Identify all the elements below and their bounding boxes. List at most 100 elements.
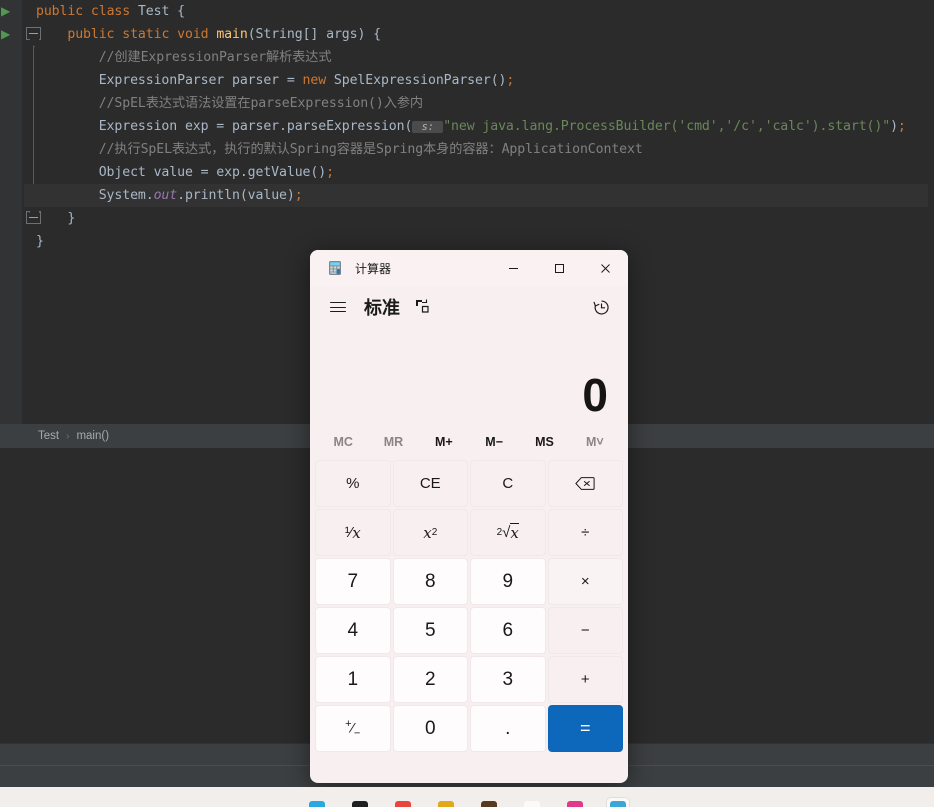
key-eight[interactable]: 8 <box>392 558 468 605</box>
code-line[interactable]: } <box>30 207 934 230</box>
key-square[interactable]: x2 <box>392 509 468 556</box>
memory-button-m[interactable]: M− <box>469 426 519 458</box>
breadcrumb-class[interactable]: Test <box>38 430 59 442</box>
breadcrumb-method[interactable]: main() <box>76 430 109 442</box>
key-multiply[interactable]: × <box>547 558 623 605</box>
run-method-icon[interactable]: ▶ <box>1 27 13 41</box>
taskbar-icon-glyph <box>609 801 626 807</box>
taskbar-item-2[interactable] <box>349 798 371 807</box>
taskbar-icon-glyph <box>351 801 368 807</box>
memory-button-m[interactable]: M+ <box>419 426 469 458</box>
maximize-button[interactable] <box>536 250 582 286</box>
key-five[interactable]: 5 <box>392 607 468 654</box>
code-line[interactable]: Object value = exp.getValue(); <box>30 161 934 184</box>
key-decimal[interactable]: . <box>470 705 546 752</box>
code-line[interactable]: public class Test { <box>30 0 934 23</box>
code-line[interactable]: //SpEL表达式语法设置在parseExpression()入参内 <box>30 92 934 115</box>
calculator-window[interactable]: 计算器 标准 0 MC MR M+ M− MS M˅ % CE C ¹⁄ x x… <box>310 250 628 783</box>
hamburger-menu-icon[interactable] <box>328 297 348 317</box>
code-token: class <box>90 4 138 19</box>
key-add[interactable]: + <box>547 656 623 703</box>
calculator-icon <box>327 260 343 276</box>
code-token: s: <box>412 121 444 133</box>
run-class-icon[interactable]: ▶ <box>1 4 13 18</box>
taskbar-icon-glyph <box>437 801 454 807</box>
code-line[interactable]: ExpressionParser parser = new SpelExpres… <box>30 69 934 92</box>
code-token: out <box>153 188 178 203</box>
code-token: "new java.lang.ProcessBuilder('cmd','/c'… <box>443 119 891 134</box>
code-token: Expression exp = parser.parseExpression( <box>36 119 413 134</box>
key-square-root[interactable]: 2 √ x <box>470 509 546 556</box>
taskbar-item-6[interactable] <box>521 798 543 807</box>
code-token: Test <box>137 4 170 19</box>
code-token: //SpEL表达式语法设置在parseExpression()入参内 <box>36 96 423 111</box>
code-token: } <box>36 211 76 226</box>
taskbar-item-4[interactable] <box>435 798 457 807</box>
key-nine[interactable]: 9 <box>470 558 546 605</box>
code-line[interactable]: //创建ExpressionParser解析表达式 <box>30 46 934 69</box>
memory-button-mr: MR <box>383 435 404 449</box>
key-three[interactable]: 3 <box>470 656 546 703</box>
breadcrumb-separator-icon: › <box>66 430 70 442</box>
code-token: (String[] args) { <box>247 27 381 42</box>
calculator-keypad[interactable]: % CE C ¹⁄ x x 2 2 √ x ÷ 7 8 9 × 4 5 6− 1 2 3 + +⁄− 0. = <box>310 458 628 758</box>
close-button[interactable] <box>582 250 628 286</box>
code-token: public <box>36 27 123 42</box>
code-token: ; <box>294 188 303 203</box>
code-token: .println(value) <box>177 188 295 203</box>
key-six[interactable]: 6 <box>470 607 546 654</box>
key-clear[interactable]: C <box>470 460 546 507</box>
code-token: main <box>216 27 248 42</box>
taskbar-item-calculator[interactable] <box>606 798 629 807</box>
code-token: } <box>36 234 44 249</box>
taskbar-item-1[interactable] <box>306 798 328 807</box>
taskbar-icon-glyph <box>480 801 497 807</box>
display-value: 0 <box>582 369 608 421</box>
code-line[interactable]: //执行SpEL表达式，执行的默认Spring容器是Spring本身的容器：Ap… <box>30 138 934 161</box>
code-token: //执行SpEL表达式，执行的默认Spring容器是Spring本身的容器：Ap… <box>36 142 643 157</box>
calculator-titlebar[interactable]: 计算器 <box>310 250 628 286</box>
key-percent[interactable]: % <box>315 460 391 507</box>
memory-button-row[interactable]: MC MR M+ M− MS M˅ <box>310 426 628 458</box>
key-backspace[interactable] <box>547 460 623 507</box>
code-token: new <box>302 73 334 88</box>
key-subtract[interactable]: − <box>547 607 623 654</box>
key-reciprocal[interactable]: ¹⁄ x <box>315 509 391 556</box>
key-clear-entry[interactable]: CE <box>392 460 468 507</box>
key-zero[interactable]: 0 <box>392 705 468 752</box>
keep-on-top-icon[interactable] <box>413 297 433 317</box>
memory-button-ms[interactable]: MS <box>519 426 569 458</box>
taskbar-icon-glyph <box>394 801 411 807</box>
key-divide[interactable]: ÷ <box>547 509 623 556</box>
code-token: void <box>177 27 217 42</box>
window-controls[interactable] <box>490 250 628 286</box>
calculator-mode-label: 标准 <box>364 298 400 318</box>
code-token: static <box>122 27 178 42</box>
code-token: ) <box>890 119 898 134</box>
windows-taskbar[interactable] <box>0 787 934 807</box>
code-token: ; <box>897 119 906 134</box>
minimize-button[interactable] <box>490 250 536 286</box>
key-one[interactable]: 1 <box>315 656 391 703</box>
screen: ▶ ▶ public class Test { public static vo… <box>0 0 934 807</box>
taskbar-item-3[interactable] <box>392 798 414 807</box>
editor-gutter[interactable]: ▶ ▶ <box>0 0 22 424</box>
memory-button-mc: MC <box>333 435 353 449</box>
taskbar-item-7[interactable] <box>564 798 586 807</box>
key-equals[interactable]: = <box>547 705 623 752</box>
key-negate[interactable]: +⁄− <box>315 705 391 752</box>
code-token: SpelExpressionParser() <box>333 73 507 88</box>
key-four[interactable]: 4 <box>315 607 391 654</box>
code-line[interactable]: public static void main(String[] args) { <box>30 23 934 46</box>
key-two[interactable]: 2 <box>392 656 468 703</box>
code-line[interactable]: System.out.println(value); <box>24 184 928 207</box>
code-token: public <box>36 4 91 19</box>
code-token: { <box>169 4 185 19</box>
history-icon[interactable] <box>588 294 614 320</box>
code-token: ; <box>506 73 515 88</box>
taskbar-icon-glyph <box>308 801 325 807</box>
taskbar-item-5[interactable] <box>478 798 500 807</box>
code-line[interactable]: Expression exp = parser.parseExpression(… <box>30 115 934 138</box>
key-seven[interactable]: 7 <box>315 558 391 605</box>
taskbar-icon-glyph <box>566 801 583 807</box>
